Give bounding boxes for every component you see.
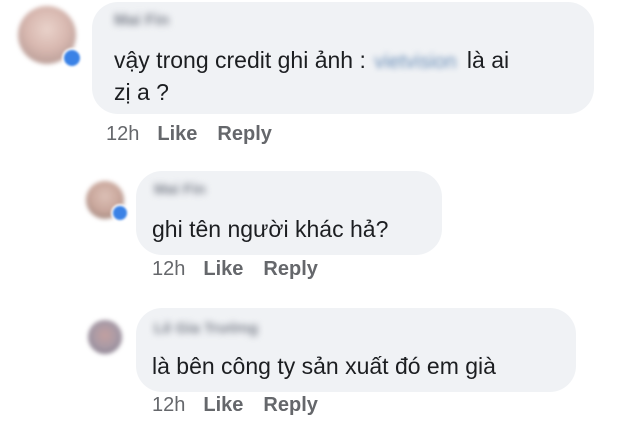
- comment-1: Mai Fin vậy trong credit ghi ảnh : vietv…: [0, 0, 620, 160]
- comment-text: là bên công ty sản xuất đó em già: [152, 353, 496, 379]
- comment-bubble: Mai Fin vậy trong credit ghi ảnh : vietv…: [92, 2, 594, 114]
- comment-time[interactable]: 12h: [152, 394, 185, 417]
- comment-actions: 12h Like Reply: [152, 394, 338, 417]
- comment-author[interactable]: Mai Fin: [114, 12, 169, 30]
- like-button[interactable]: Like: [203, 394, 243, 417]
- reply-button[interactable]: Reply: [263, 394, 317, 417]
- reply-button[interactable]: Reply: [263, 258, 317, 281]
- comment-3: Lê Gia Trường là bên công ty sản xuất đó…: [0, 300, 620, 426]
- comment-time[interactable]: 12h: [152, 258, 185, 281]
- comment-actions: 12h Like Reply: [152, 258, 338, 281]
- comment-text: vậy trong credit ghi ảnh : vietvision là…: [114, 44, 509, 78]
- like-button[interactable]: Like: [203, 258, 243, 281]
- comment-text: ghi tên người khác hả?: [152, 216, 389, 242]
- comment-text-line2: zị a ?: [114, 79, 169, 105]
- avatar-image: [88, 320, 122, 354]
- avatar[interactable]: [18, 6, 82, 68]
- avatar[interactable]: [86, 181, 129, 222]
- like-button[interactable]: Like: [157, 123, 197, 146]
- comment-bubble: Mai Fin ghi tên người khác hả?: [136, 171, 442, 255]
- avatar[interactable]: [88, 320, 122, 354]
- comment-2: Mai Fin ghi tên người khác hả? 12h Like Re…: [0, 165, 620, 295]
- comment-author[interactable]: Mai Fin: [154, 181, 206, 198]
- comment-bubble: Lê Gia Trường là bên công ty sản xuất đó…: [136, 308, 576, 392]
- comment-actions: 12h Like Reply: [106, 123, 292, 146]
- verified-badge-icon: [111, 204, 129, 222]
- comment-text-part: vậy trong credit ghi ảnh :: [114, 47, 366, 73]
- comment-text-part: là ai: [466, 47, 510, 73]
- reply-button[interactable]: Reply: [217, 123, 271, 146]
- redacted-text: vietvision: [374, 51, 457, 73]
- verified-badge-icon: [62, 48, 82, 68]
- comment-author[interactable]: Lê Gia Trường: [154, 320, 258, 337]
- comment-time[interactable]: 12h: [106, 123, 139, 146]
